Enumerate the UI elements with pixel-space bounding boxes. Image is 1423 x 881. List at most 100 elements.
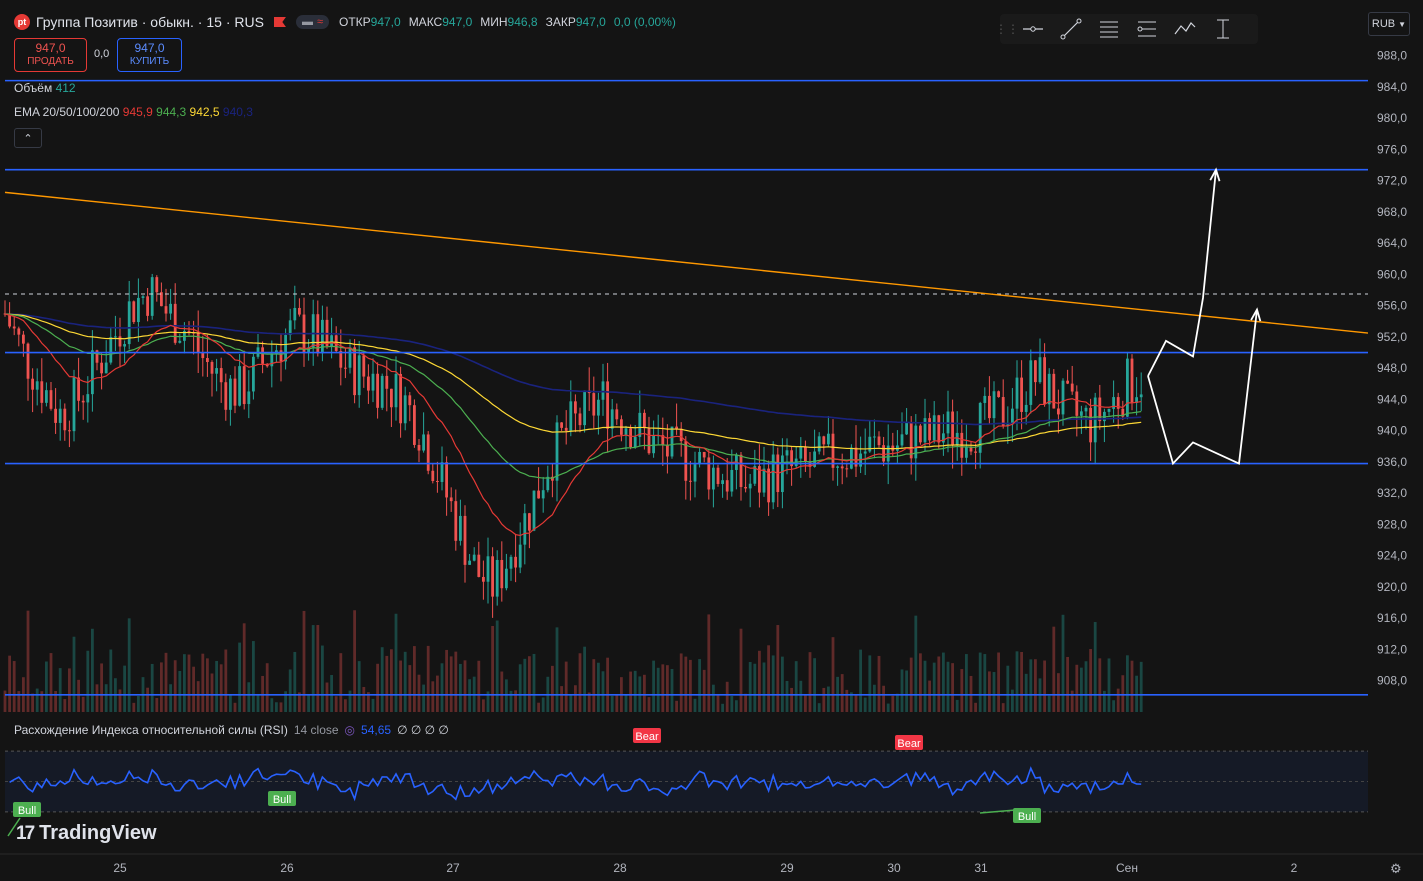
volume-bar — [762, 662, 766, 712]
volume-bar — [45, 661, 48, 712]
volume-bar — [1020, 652, 1023, 712]
candle-body — [454, 501, 458, 541]
candle-body — [22, 334, 25, 344]
price-tick-label: 976,0 — [1377, 142, 1407, 156]
volume-bar — [68, 668, 71, 712]
time-tick-label: 25 — [113, 861, 127, 875]
candle-body — [905, 422, 908, 435]
candle-body — [219, 368, 223, 383]
candle-body — [206, 358, 209, 363]
volume-bar — [436, 675, 439, 712]
candle-body — [546, 476, 550, 491]
volume-bar — [385, 655, 389, 712]
volume-bar — [187, 654, 191, 712]
candle-body — [380, 375, 384, 408]
volume-bar — [321, 645, 324, 712]
candle-body — [431, 470, 435, 481]
buy-button[interactable]: 947,0 КУПИТЬ — [117, 38, 182, 72]
candle-body — [610, 409, 614, 429]
volume-bar — [422, 684, 425, 712]
rsi-legend[interactable]: Расхождение Индекса относительной силы (… — [14, 723, 449, 737]
volume-bar — [831, 637, 835, 712]
volume-bar — [790, 687, 793, 712]
candle-body — [730, 469, 734, 492]
market-status-pill[interactable]: ▬ ≈ — [295, 15, 329, 29]
volume-bar — [463, 660, 467, 712]
volume-bar — [238, 642, 241, 712]
collapse-legend-button[interactable]: ⌃ — [14, 128, 42, 148]
volume-bar — [265, 663, 269, 712]
currency-selector[interactable]: RUB ▼ — [1368, 12, 1410, 36]
volume-bar — [845, 689, 849, 712]
candle-body — [560, 422, 563, 428]
volume-bar — [610, 695, 614, 712]
volume-bar — [100, 663, 103, 712]
volume-bar — [656, 667, 660, 712]
volume-bar — [109, 649, 113, 712]
candle-body — [965, 447, 968, 458]
candle-body — [298, 307, 301, 315]
volume-bar — [183, 654, 186, 712]
candle-body — [574, 401, 577, 414]
horizontal-ray-icon[interactable] — [1014, 14, 1052, 44]
candle-body — [242, 366, 246, 405]
candle-body — [748, 483, 752, 489]
wave-icon: ≈ — [316, 16, 323, 28]
volume-bar — [615, 694, 619, 712]
time-tick-label: 28 — [613, 861, 627, 875]
candle-body — [362, 355, 366, 377]
candle-body — [1034, 360, 1037, 383]
candle-body — [270, 353, 274, 367]
volume-bar — [905, 670, 908, 712]
vertical-range-icon[interactable] — [1204, 14, 1242, 44]
volume-bar — [992, 672, 996, 712]
candle-body — [877, 436, 881, 446]
candle-body — [284, 335, 287, 362]
candle-body — [955, 432, 959, 446]
volume-bar — [808, 652, 812, 712]
volume-bar — [532, 653, 536, 712]
candle-body — [45, 390, 48, 403]
candle-body — [40, 381, 44, 403]
volume-bar — [242, 623, 246, 712]
drag-handle-icon[interactable]: ⋮⋮ — [995, 22, 1019, 36]
price-tick-label: 944,0 — [1377, 392, 1407, 406]
volume-bar — [955, 699, 959, 712]
fib-retracement-icon[interactable] — [1090, 14, 1128, 44]
candle-body — [146, 296, 149, 316]
price-chart[interactable]: 984,8973,4950,0935,8906,2947,0945,9944,3… — [0, 0, 1423, 881]
sell-button[interactable]: 947,0 ПРОДАТЬ — [14, 38, 87, 72]
ema-legend[interactable]: EMA 20/50/100/200 945,9 944,3 942,5 940,… — [14, 105, 253, 119]
candle-body — [928, 418, 931, 441]
price-tick-label: 968,0 — [1377, 205, 1407, 219]
candle-body — [836, 466, 839, 468]
chart-header: pt Группа Позитив · обыкн. · 15 · RUS ▬ ≈… — [14, 12, 676, 32]
candle-body — [799, 446, 803, 459]
candle-body — [514, 556, 517, 568]
candle-body — [1001, 397, 1005, 427]
settings-gear-icon[interactable]: ⚙ — [1390, 861, 1402, 877]
volume-bar — [914, 615, 918, 712]
volume-bar — [983, 654, 987, 712]
price-axis-background — [1368, 0, 1423, 881]
trend-line-icon[interactable] — [1052, 14, 1090, 44]
candle-body — [528, 513, 531, 531]
rsi-refresh-icon: ◎ — [344, 723, 356, 737]
volume-bar — [63, 699, 67, 712]
volume-bar — [357, 661, 361, 712]
candle-body — [569, 401, 573, 431]
volume-bar — [279, 702, 283, 712]
volume-bar — [307, 695, 310, 712]
volume-bar — [932, 662, 936, 712]
candle-body — [1015, 377, 1019, 409]
tradingview-logo[interactable]: 17 TradingView — [16, 822, 157, 845]
parallel-channel-icon[interactable] — [1128, 14, 1166, 44]
path-icon[interactable] — [1166, 14, 1204, 44]
volume-legend[interactable]: Объём 412 — [14, 81, 76, 95]
volume-bar — [689, 659, 692, 712]
projection-down-up-path — [1147, 309, 1258, 466]
symbol-title[interactable]: Группа Позитив · обыкн. · 15 · RUS — [36, 14, 264, 30]
volume-bar — [380, 647, 384, 712]
price-tick-label: 964,0 — [1377, 236, 1407, 250]
candle-body — [472, 554, 476, 561]
